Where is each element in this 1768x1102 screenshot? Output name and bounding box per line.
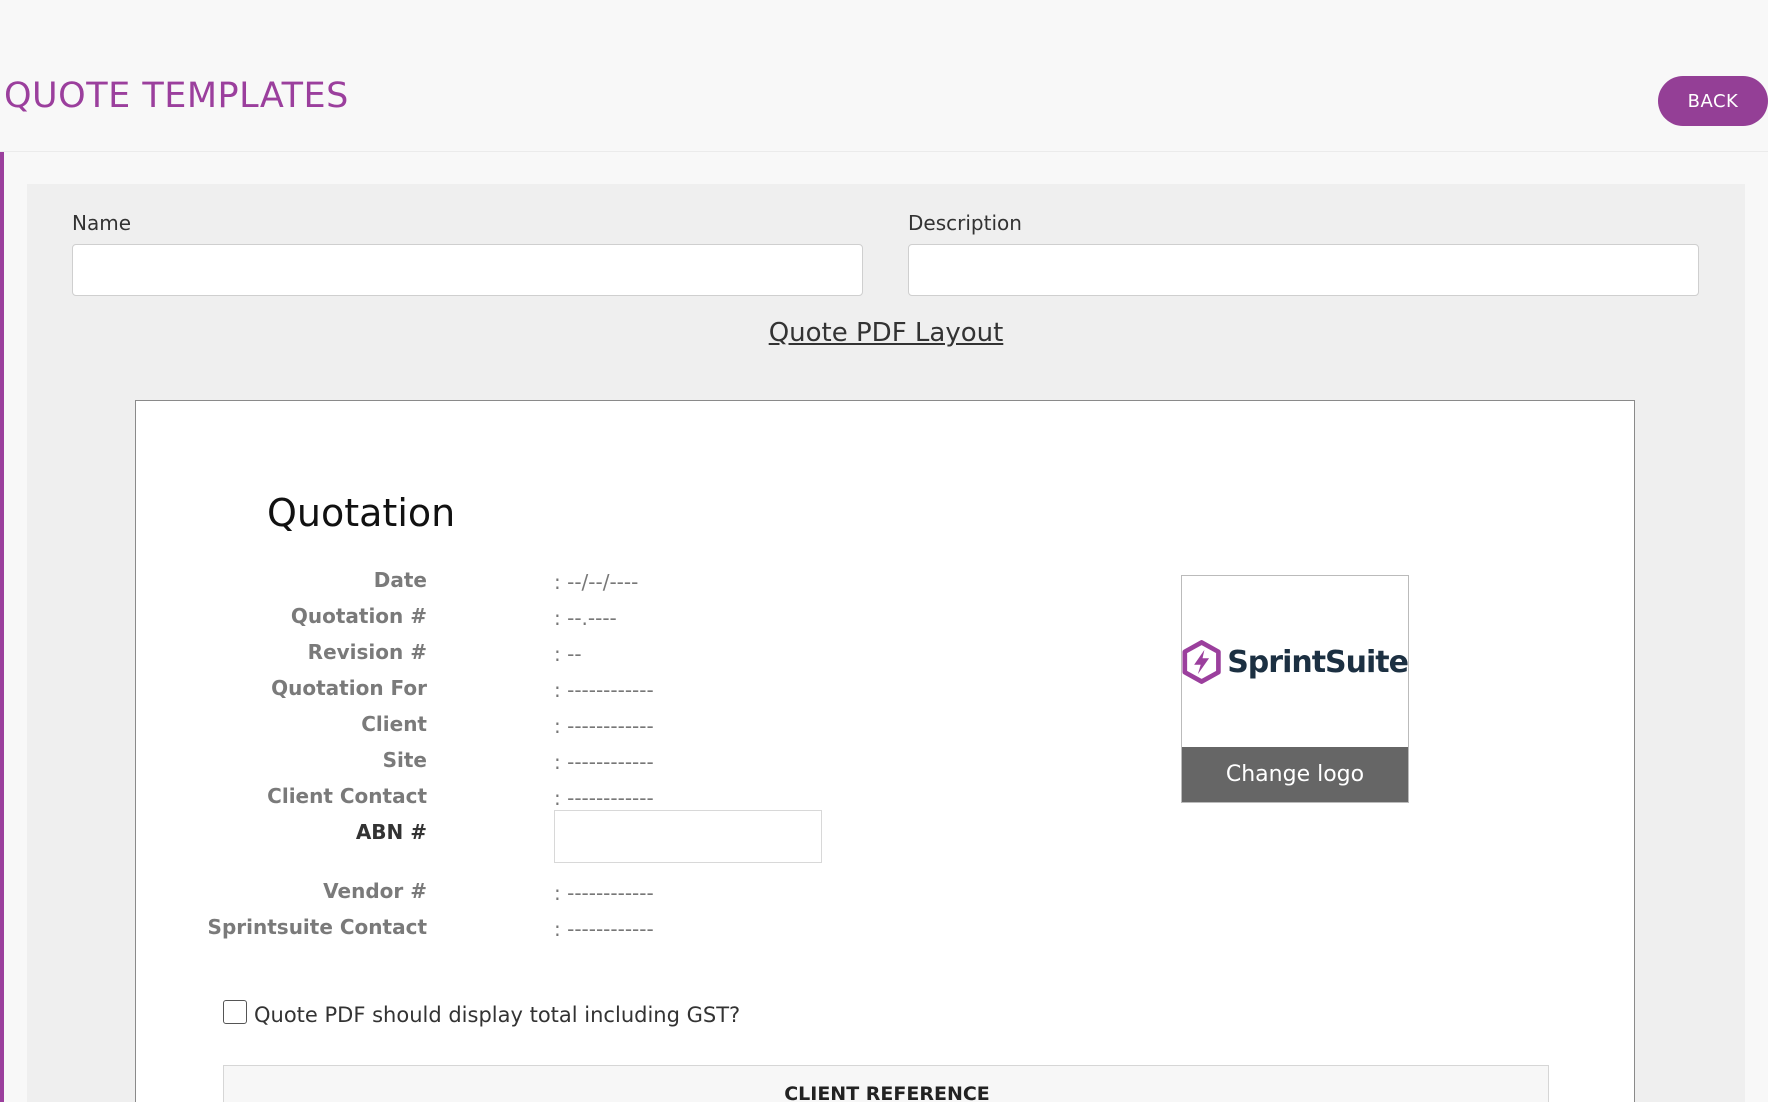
info-row-client: Client : ------------ — [136, 712, 836, 742]
page-title: QUOTE TEMPLATES — [4, 76, 349, 116]
back-button[interactable]: BACK — [1658, 76, 1768, 126]
info-value: : -- — [554, 642, 582, 666]
info-label: Quotation For — [271, 676, 427, 700]
info-row-vendor-number: Vendor # : ------------ — [136, 879, 836, 909]
info-row-date: Date : --/--/---- — [136, 568, 836, 598]
quote-pdf-preview: Quotation Date : --/--/---- Quotation # … — [135, 400, 1635, 1102]
sprintsuite-logo-icon — [1182, 640, 1221, 684]
info-value: : ------------ — [554, 678, 654, 702]
gst-option: Quote PDF should display total including… — [223, 997, 740, 1027]
info-row-quotation-for: Quotation For : ------------ — [136, 676, 836, 706]
info-row-site: Site : ------------ — [136, 748, 836, 778]
info-row-abn: ABN # — [136, 810, 836, 863]
page-header: QUOTE TEMPLATES BACK — [0, 0, 1768, 152]
info-label: Vendor # — [323, 879, 427, 903]
info-row-revision-number: Revision # : -- — [136, 640, 836, 670]
info-label: Client — [361, 712, 427, 736]
description-field[interactable] — [908, 244, 1699, 296]
info-value: : ------------ — [554, 786, 654, 810]
change-logo-button[interactable]: Change logo — [1182, 747, 1408, 802]
logo-upload[interactable]: SprintSuite Change logo — [1181, 575, 1409, 803]
left-accent-bar — [0, 0, 4, 1102]
info-label: Client Contact — [267, 784, 427, 808]
gst-checkbox-label[interactable]: Quote PDF should display total including… — [254, 1003, 740, 1027]
info-label: Date — [373, 568, 427, 592]
info-label: ABN # — [355, 820, 427, 844]
quote-pdf-layout-link[interactable]: Quote PDF Layout — [27, 318, 1745, 348]
info-label: Revision # — [307, 640, 427, 664]
template-form-panel: Name Description Quote PDF Layout Quotat… — [27, 184, 1745, 1102]
info-label: Sprintsuite Contact — [207, 915, 427, 939]
info-label: Site — [382, 748, 427, 772]
info-value: : ------------ — [554, 714, 654, 738]
info-value: : ------------ — [554, 750, 654, 774]
company-logo: SprintSuite — [1182, 576, 1409, 748]
name-field[interactable] — [72, 244, 863, 296]
info-value: : --/--/---- — [554, 570, 639, 594]
info-value: : ------------ — [554, 881, 654, 905]
client-reference-section: CLIENT REFERENCE — [223, 1065, 1549, 1102]
info-row-quotation-number: Quotation # : --.---- — [136, 604, 836, 634]
info-value: : ------------ — [554, 917, 654, 941]
gst-checkbox[interactable] — [223, 1000, 247, 1024]
quotation-heading: Quotation — [267, 491, 456, 535]
client-reference-title: CLIENT REFERENCE — [784, 1083, 990, 1102]
description-label: Description — [908, 211, 1022, 235]
info-label: Quotation # — [290, 604, 427, 628]
name-label: Name — [72, 211, 132, 235]
abn-input[interactable] — [554, 810, 822, 863]
info-row-sprintsuite-contact: Sprintsuite Contact : ------------ — [136, 915, 836, 945]
info-value: : --.---- — [554, 606, 617, 630]
logo-wordmark: SprintSuite — [1227, 644, 1409, 680]
